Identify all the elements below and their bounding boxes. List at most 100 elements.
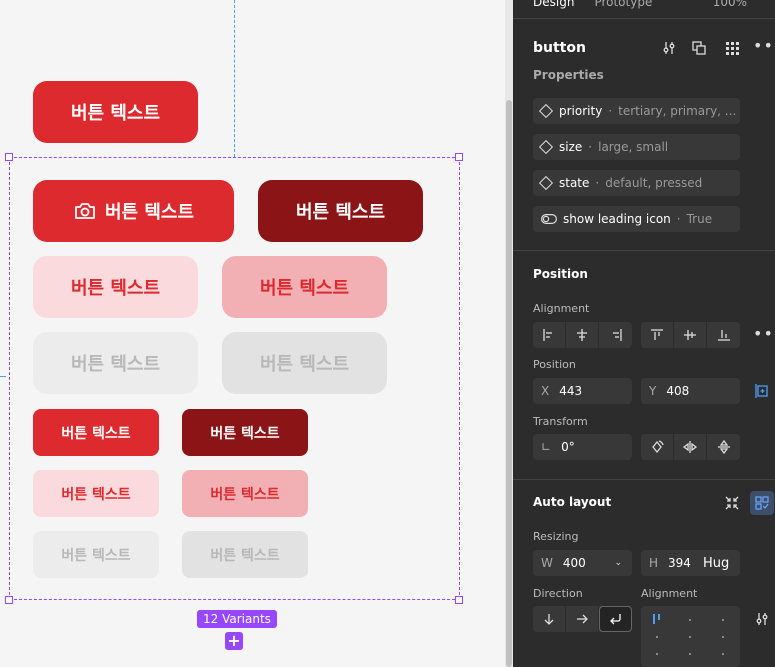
component-name: button (533, 40, 586, 56)
button-label: 버튼 텍스트 (70, 278, 161, 299)
variant-small-secondary-default[interactable]: 버튼 텍스트 (33, 470, 159, 517)
x-label: X (541, 384, 550, 398)
divider (513, 250, 775, 251)
w-value: 400 (562, 556, 586, 570)
alignment-dot[interactable] (689, 619, 691, 621)
property-name: show leading icon (563, 212, 671, 226)
variant-large-secondary-default[interactable]: 버튼 텍스트 (33, 256, 198, 318)
h-label: H (649, 556, 659, 570)
alignment-dot[interactable] (722, 653, 724, 655)
property-value: True (686, 212, 713, 226)
button-label: 버튼 텍스트 (259, 278, 350, 299)
button-label: 버튼 텍스트 (104, 202, 195, 223)
variant-small-primary-default[interactable]: 버튼 텍스트 (33, 409, 159, 456)
component-swap-icon[interactable] (688, 37, 710, 59)
transform-actions-group (641, 434, 740, 460)
selection-handle-br[interactable] (455, 596, 463, 604)
property-value: tertiary, primary, ... (618, 104, 737, 118)
auto-layout-settings-icon[interactable] (750, 491, 774, 515)
align-middle-icon[interactable] (674, 322, 707, 348)
button-label: 버튼 텍스트 (210, 425, 280, 442)
more-icon[interactable]: ••• (753, 36, 775, 55)
auto-layout-title: Auto layout (533, 495, 612, 509)
variant-large-tertiary-default[interactable]: 버튼 텍스트 (33, 332, 198, 394)
button-label: 버튼 텍스트 (70, 103, 161, 124)
vertical-alignment-group (641, 322, 740, 348)
button-label: 버튼 텍스트 (61, 547, 131, 564)
property-state[interactable]: state · default, pressed (533, 170, 740, 196)
alignment-dot[interactable] (722, 636, 724, 638)
variant-large-primary-default[interactable]: 버튼 텍스트 (33, 180, 234, 242)
flip-horizontal-icon[interactable] (674, 434, 707, 460)
constraints-icon[interactable] (751, 380, 773, 402)
align-top-icon[interactable] (641, 322, 674, 348)
adjust-icon[interactable] (658, 37, 680, 59)
button-label: 버튼 텍스트 (210, 547, 280, 564)
adjust-icon[interactable] (751, 608, 773, 630)
zoom-level[interactable]: 100% (713, 0, 747, 9)
alignment-dot[interactable] (656, 653, 658, 655)
alignment-dot[interactable] (656, 636, 658, 638)
align-center-h-icon[interactable] (566, 322, 599, 348)
align-right-icon[interactable] (599, 322, 632, 348)
alignment-dot[interactable] (689, 653, 691, 655)
canvas[interactable]: 버튼 텍스트 버튼 텍스트 버튼 텍스트 버튼 텍스트 버튼 텍스트 버튼 텍스… (0, 0, 505, 667)
width-field[interactable]: W 400 ⌄ (533, 550, 632, 576)
selection-handle-tr[interactable] (455, 153, 463, 161)
alignment-grid-label: Alignment (641, 587, 698, 600)
properties-label: Properties (533, 68, 604, 82)
button-label: 버튼 텍스트 (61, 486, 131, 503)
alignment-grid[interactable] (641, 606, 740, 667)
variant-large-secondary-pressed[interactable]: 버튼 텍스트 (222, 256, 387, 318)
h-mode[interactable]: Hug (703, 556, 729, 571)
h-value: 394 (668, 556, 691, 570)
property-value: default, pressed (605, 176, 703, 190)
standalone-button[interactable]: 버튼 텍스트 (33, 81, 198, 143)
height-field[interactable]: H 394 Hug (641, 550, 740, 576)
alignment-dot[interactable] (722, 619, 724, 621)
grid-icon[interactable] (721, 37, 743, 59)
scrollbar-thumb[interactable] (506, 100, 512, 667)
add-variant-button[interactable]: + (225, 632, 243, 650)
canvas-scrollbar[interactable] (505, 0, 513, 667)
tab-design[interactable]: Design (533, 0, 574, 9)
property-name: size (559, 140, 583, 154)
direction-group (533, 606, 632, 632)
collapse-icon[interactable] (721, 492, 743, 514)
selection-handle-tl[interactable] (5, 153, 13, 161)
button-label: 버튼 텍스트 (295, 202, 386, 223)
variant-small-secondary-pressed[interactable]: 버튼 텍스트 (182, 470, 308, 517)
wrap-icon[interactable] (599, 606, 632, 632)
button-label: 버튼 텍스트 (61, 425, 131, 442)
variant-small-primary-pressed[interactable]: 버튼 텍스트 (182, 409, 308, 456)
more-align-icon[interactable]: ••• (753, 324, 775, 343)
variant-large-tertiary-pressed[interactable]: 버튼 텍스트 (222, 332, 387, 394)
x-field[interactable]: X 443 (533, 378, 632, 404)
arrow-right-icon[interactable] (566, 606, 599, 632)
rotation-field[interactable]: ∟ 0° (533, 434, 632, 460)
selection-handle-bl[interactable] (5, 596, 13, 604)
align-left-icon[interactable] (533, 322, 566, 348)
variant-small-tertiary-default[interactable]: 버튼 텍스트 (33, 531, 159, 578)
position-section-title: Position (533, 267, 588, 281)
tab-prototype[interactable]: Prototype (594, 0, 652, 9)
arrow-down-icon[interactable] (533, 606, 566, 632)
property-size[interactable]: size · large, small (533, 134, 740, 160)
resizing-label: Resizing (533, 530, 579, 543)
y-field[interactable]: Y 408 (641, 378, 740, 404)
alignment-dot[interactable] (689, 636, 691, 638)
align-bottom-icon[interactable] (707, 322, 740, 348)
property-show-leading-icon[interactable]: show leading icon · True (533, 206, 740, 232)
property-separator: · (608, 104, 613, 118)
variant-small-tertiary-pressed[interactable]: 버튼 텍스트 (182, 531, 308, 578)
variant-large-primary-pressed[interactable]: 버튼 텍스트 (258, 180, 423, 242)
x-value: 443 (559, 384, 583, 398)
rotate-90-icon[interactable] (641, 434, 674, 460)
divider (513, 479, 775, 480)
flip-vertical-icon[interactable] (707, 434, 740, 460)
chevron-down-icon[interactable]: ⌄ (614, 558, 622, 568)
camera-icon (75, 203, 95, 219)
y-label: Y (649, 384, 657, 398)
property-priority[interactable]: priority · tertiary, primary, ... (533, 98, 740, 124)
alignment-label: Alignment (533, 302, 590, 315)
